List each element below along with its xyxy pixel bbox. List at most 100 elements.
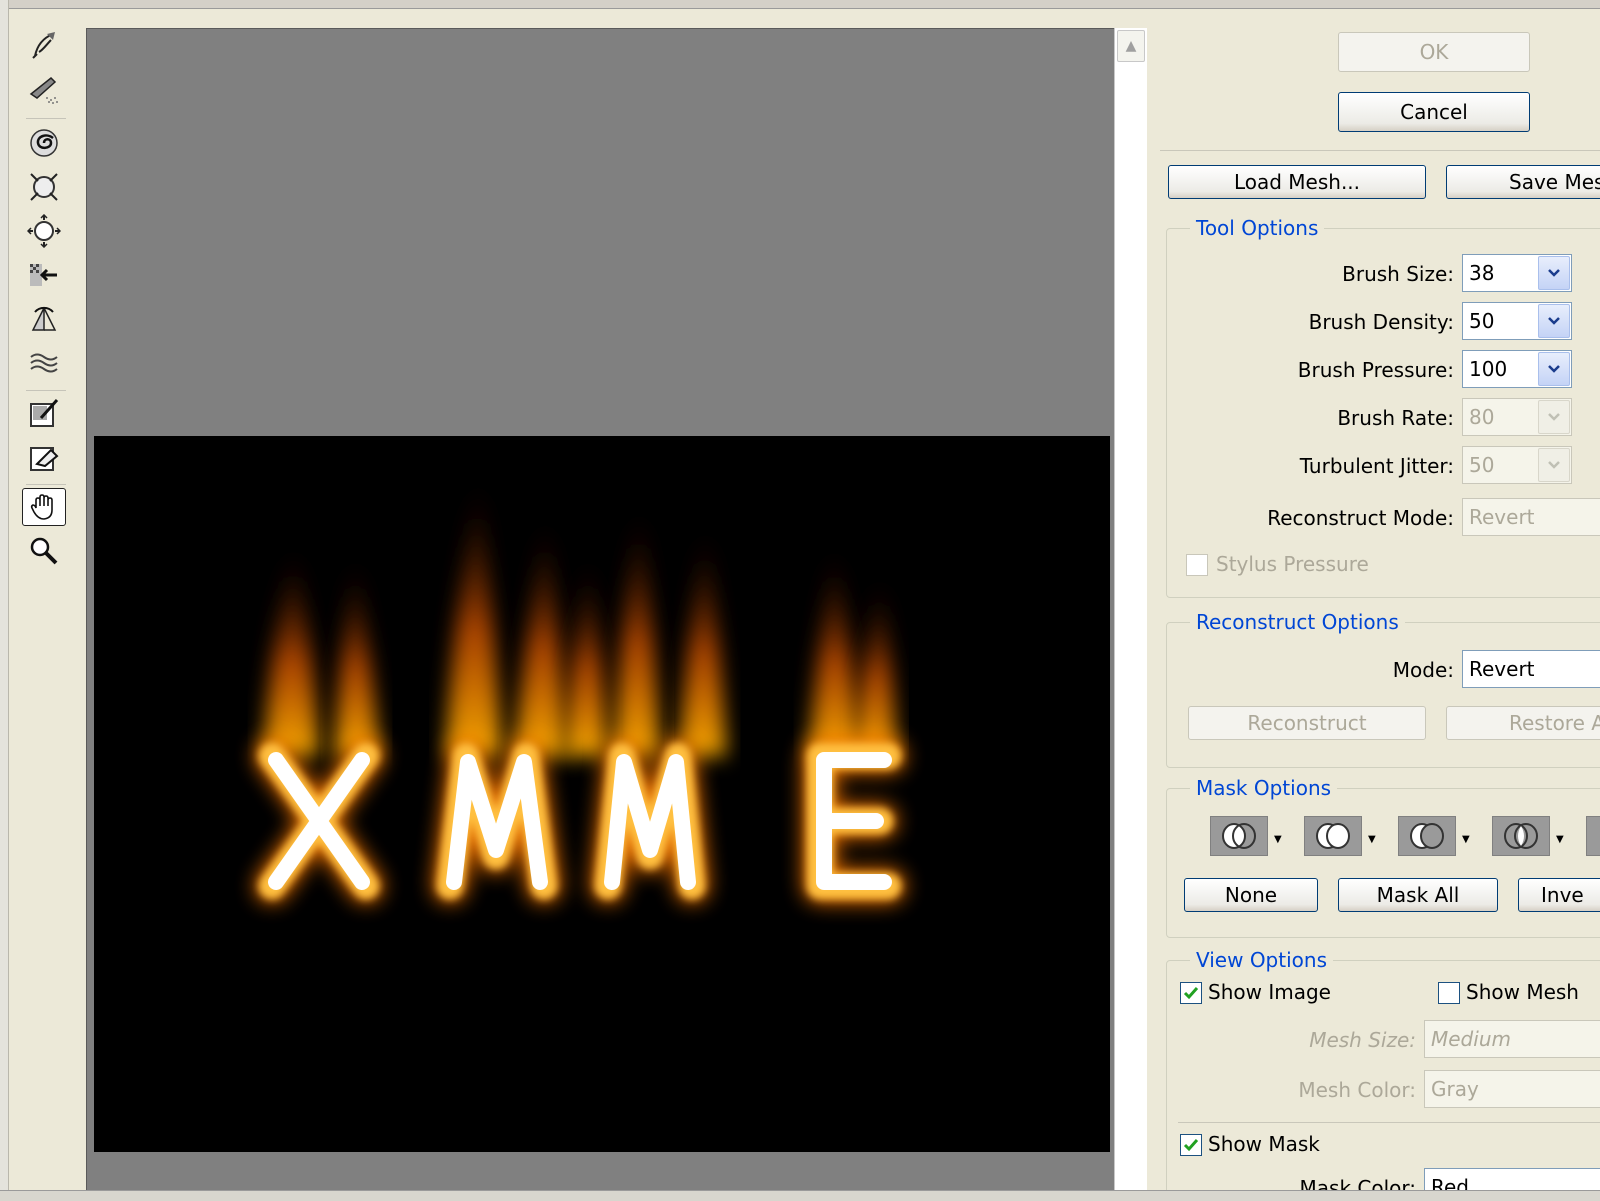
mask-color-value: Red	[1431, 1175, 1469, 1190]
stylus-pressure-checkbox[interactable]	[1186, 554, 1208, 576]
brush-pressure-combo[interactable]: 100	[1462, 350, 1572, 388]
show-image-label: Show Image	[1208, 980, 1331, 1004]
turbulent-jitter-combo[interactable]: 50	[1462, 446, 1572, 484]
mask-add-icon	[1316, 823, 1350, 849]
thaw-mask-tool[interactable]	[22, 438, 66, 476]
mask-intersect-icon	[1504, 823, 1538, 849]
cancel-button[interactable]: Cancel	[1338, 92, 1530, 132]
load-mesh-button[interactable]: Load Mesh...	[1168, 165, 1426, 199]
reconstruct-mode-label: Reconstruct Mode:	[1267, 506, 1454, 530]
show-mask-checkbox[interactable]	[1180, 1134, 1202, 1156]
push-left-icon	[30, 264, 57, 286]
mask-invert-all-button[interactable]: Inve	[1518, 878, 1600, 912]
bloat-icon	[27, 214, 61, 248]
mask-color-select[interactable]: Red	[1424, 1168, 1600, 1190]
checkmark-icon	[1183, 987, 1199, 1000]
letter-mid	[259, 743, 901, 899]
reconstruct-brush-icon	[29, 76, 58, 104]
chevron-down-icon[interactable]	[1538, 448, 1570, 482]
reconstruct-options-group	[1166, 622, 1600, 768]
mask-options-title: Mask Options	[1190, 776, 1338, 800]
reconstruct-button[interactable]: Reconstruct	[1188, 706, 1426, 740]
mesh-color-label: Mesh Color:	[1298, 1078, 1416, 1102]
brush-size-value: 38	[1469, 261, 1495, 285]
show-mesh-checkbox[interactable]	[1438, 982, 1460, 1004]
magnifier-icon	[30, 537, 58, 565]
mesh-size-select[interactable]: Medium	[1424, 1020, 1600, 1058]
show-image-checkbox[interactable]	[1180, 982, 1202, 1004]
window-left-border	[0, 0, 9, 1200]
brush-size-label: Brush Size:	[1342, 262, 1454, 286]
mask-add-button[interactable]	[1304, 816, 1362, 856]
show-mesh-label: Show Mesh	[1466, 980, 1579, 1004]
fire-text-image[interactable]	[94, 436, 1110, 1152]
twirl-icon	[30, 129, 58, 157]
hand-icon	[30, 494, 53, 520]
hand-tool[interactable]	[22, 488, 66, 526]
mask-add-dropdown-icon[interactable]: ▼	[1368, 834, 1376, 845]
mask-intersect-dropdown-icon[interactable]: ▼	[1556, 834, 1564, 845]
zoom-tool[interactable]	[22, 532, 66, 570]
brush-size-combo[interactable]: 38	[1462, 254, 1572, 292]
brush-density-combo[interactable]: 50	[1462, 302, 1572, 340]
reconstruct-tool[interactable]	[22, 70, 66, 108]
checkmark-icon	[1183, 1139, 1199, 1152]
liquify-toolbar	[20, 24, 72, 604]
brush-rate-label: Brush Rate:	[1337, 406, 1454, 430]
reconstruct-mode-select[interactable]: Revert	[1462, 650, 1600, 688]
canvas-vertical-scrollbar[interactable]: ▲	[1114, 28, 1147, 1190]
reconstruct-mode-label: Mode:	[1392, 658, 1454, 682]
reconstruct-mode-select-value: Revert	[1469, 657, 1535, 681]
flame-tongues	[264, 476, 896, 756]
toolbar-divider	[26, 484, 66, 485]
save-mesh-button[interactable]: Save Mes	[1446, 165, 1600, 199]
mesh-color-select[interactable]: Gray	[1424, 1070, 1600, 1108]
restore-all-button[interactable]: Restore A	[1446, 706, 1600, 740]
mask-all-button[interactable]: Mask All	[1338, 878, 1498, 912]
twirl-tool[interactable]	[22, 124, 66, 162]
mask-replace-icon	[1222, 823, 1256, 849]
mask-replace-button[interactable]	[1210, 816, 1268, 856]
mask-replace-dropdown-icon[interactable]: ▼	[1274, 834, 1282, 845]
toolbar-divider	[26, 390, 66, 391]
scroll-up-arrow-icon[interactable]: ▲	[1117, 30, 1145, 62]
mask-intersect-button[interactable]	[1492, 816, 1550, 856]
mirror-icon	[31, 306, 57, 331]
chevron-down-icon[interactable]	[1538, 304, 1570, 338]
turbulence-icon	[30, 353, 58, 373]
chevron-down-icon[interactable]	[1538, 352, 1570, 386]
reconstruct-options-title: Reconstruct Options	[1190, 610, 1405, 634]
pucker-tool[interactable]	[22, 168, 66, 206]
forward-warp-tool[interactable]	[22, 26, 66, 64]
show-mask-label: Show Mask	[1208, 1132, 1320, 1156]
brush-density-value: 50	[1469, 309, 1495, 333]
chevron-down-icon[interactable]	[1538, 256, 1570, 290]
mask-subtract-dropdown-icon[interactable]: ▼	[1462, 834, 1470, 845]
mirror-tool[interactable]	[22, 300, 66, 338]
turbulent-jitter-label: Turbulent Jitter:	[1299, 454, 1454, 478]
fire-text-artwork	[255, 476, 905, 903]
finger-warp-icon	[32, 32, 55, 59]
bloat-tool[interactable]	[22, 212, 66, 250]
mesh-color-value: Gray	[1431, 1077, 1479, 1101]
ok-button[interactable]: OK	[1338, 32, 1530, 72]
tool-options-title: Tool Options	[1190, 216, 1325, 240]
brush-pressure-value: 100	[1469, 357, 1508, 381]
mask-subtract-icon	[1410, 823, 1444, 849]
turbulence-tool[interactable]	[22, 344, 66, 382]
view-options-title: View Options	[1190, 948, 1333, 972]
view-options-divider	[1178, 1122, 1600, 1123]
mask-invert-button[interactable]	[1586, 816, 1600, 856]
chevron-down-icon[interactable]	[1538, 400, 1570, 434]
reconstruct-mode-combo[interactable]: Revert	[1462, 498, 1600, 536]
mask-options-group	[1166, 788, 1600, 938]
mask-none-button[interactable]: None	[1184, 878, 1318, 912]
brush-rate-value: 80	[1469, 405, 1495, 429]
mask-subtract-button[interactable]	[1398, 816, 1456, 856]
window-bottom-border	[0, 1190, 1600, 1201]
pucker-icon	[30, 173, 58, 201]
freeze-mask-tool[interactable]	[22, 394, 66, 432]
brush-rate-combo[interactable]: 80	[1462, 398, 1572, 436]
push-left-tool[interactable]	[22, 256, 66, 294]
options-panel: OK Cancel Load Mesh... Save Mes Tool Opt…	[1150, 8, 1600, 1190]
